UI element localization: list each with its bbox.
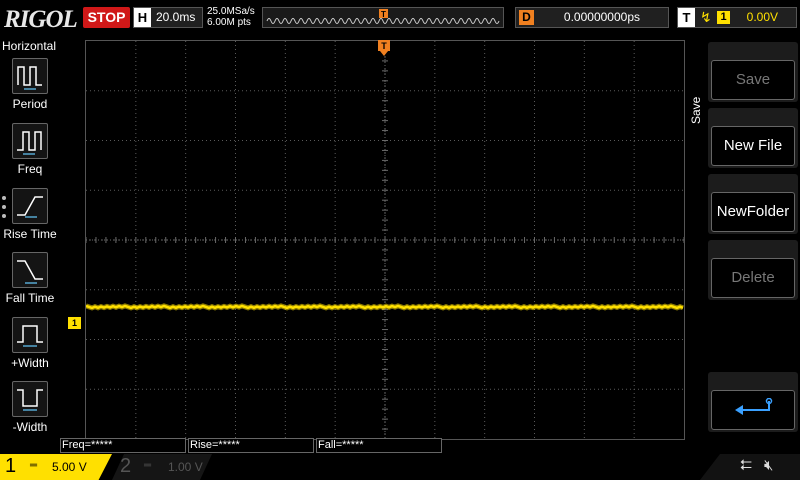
new-folder-softkey[interactable]: NewFolder [708,174,798,234]
memory-depth: 6.00M pts [207,17,251,28]
new-folder-softkey-label: NewFolder [711,192,795,232]
measure-rise-time-button[interactable]: Rise Time [0,188,60,252]
save-menu-title: Save [689,96,703,124]
trigger-box[interactable]: T ↯ 1 0.00V [677,7,797,28]
horizontal-key: H [134,8,151,27]
rigol-logo: RIGOL [4,6,78,33]
timebase-box[interactable]: H 20.0ms [133,7,203,28]
period-icon [12,58,48,94]
new-file-softkey[interactable]: New File [708,108,798,168]
channel2-tab[interactable]: 2 ═ 1.00 V [112,454,212,480]
memory-waveform-overview: T [266,9,500,24]
trigger-level: 0.00V [746,10,778,24]
channel1-tab[interactable]: 1 ═ 5.00 V [0,454,112,480]
measure-readout-fall: Fall=***** [316,438,442,453]
measure-menu-title: Horizontal [2,39,57,53]
delay-value: 0.00000000ps [563,10,640,24]
positive-width-label: +Width [11,356,49,370]
delete-softkey-label: Delete [711,258,795,298]
measure-period-button[interactable]: Period [0,58,60,122]
period-label: Period [12,97,48,111]
acquisition-info: 25.0MSa/s 6.00M pts [207,6,255,28]
measure-readout-rise: Rise=***** [188,438,314,453]
speaker-muted-icon[interactable]: 🔇︎ [764,457,773,474]
new-file-softkey-label: New File [711,126,795,166]
rise-time-icon [12,188,48,224]
memory-trigger-letter: T [381,10,386,19]
fall-time-label: Fall Time [5,291,55,305]
measure-readout-freq: Freq=***** [60,438,186,453]
delete-softkey[interactable]: Delete [708,240,798,300]
negative-width-icon [12,381,48,417]
measure-menu: Horizontal Period Freq Rise Time Fall Ti… [0,38,60,438]
positive-width-icon [12,317,48,353]
rise-time-label: Rise Time [3,227,57,241]
channel1-offset-marker[interactable]: 1 [68,317,81,329]
rising-edge-icon: ↯ [700,9,712,25]
dc-coupling-icon: ═ [144,460,152,471]
timebase-value: 20.0ms [156,10,196,24]
return-arrow-icon [711,390,795,430]
delay-box[interactable]: D 0.00000000ps [515,7,669,28]
top-status-bar: RIGOL STOP H 20.0ms 25.0MSa/s 6.00M pts … [0,0,800,38]
channel1-scale: 5.00 V [52,460,87,474]
waveform-display[interactable] [85,40,685,440]
save-softkey[interactable]: Save [708,42,798,102]
usb-icon: ⮄ [740,457,753,474]
run-stop-status[interactable]: STOP [83,7,130,28]
trigger-source: 1 [717,11,730,24]
channel2-number: 2 [120,455,132,477]
save-softkey-label: Save [711,60,795,100]
channel-status-bar: 1 ═ 5.00 V 2 ═ 1.00 V ⮄ 🔇︎ [0,454,800,480]
sample-rate: 25.0MSa/s [207,6,255,17]
return-softkey[interactable] [708,372,798,432]
trigger-position-marker[interactable]: T [378,40,390,56]
overview-waveform [266,18,500,24]
measure-negative-width-button[interactable]: -Width [0,381,60,445]
measure-freq-button[interactable]: Freq [0,123,60,187]
memory-position-strip[interactable]: T [262,7,504,28]
trigger-position-letter: T [381,41,387,51]
frequency-icon [12,123,48,159]
freq-label: Freq [17,162,43,176]
measure-positive-width-button[interactable]: +Width [0,317,60,381]
graticule [86,41,684,439]
negative-width-label: -Width [12,420,48,434]
delay-key: D [519,10,534,25]
fall-time-icon [12,252,48,288]
channel2-scale: 1.00 V [168,460,203,474]
save-menu: Save Save New File NewFolder Delete [686,40,800,438]
trigger-key: T [678,8,695,27]
measure-fall-time-button[interactable]: Fall Time [0,252,60,316]
channel1-number: 1 [5,455,17,477]
dc-coupling-icon: ═ [30,460,38,471]
